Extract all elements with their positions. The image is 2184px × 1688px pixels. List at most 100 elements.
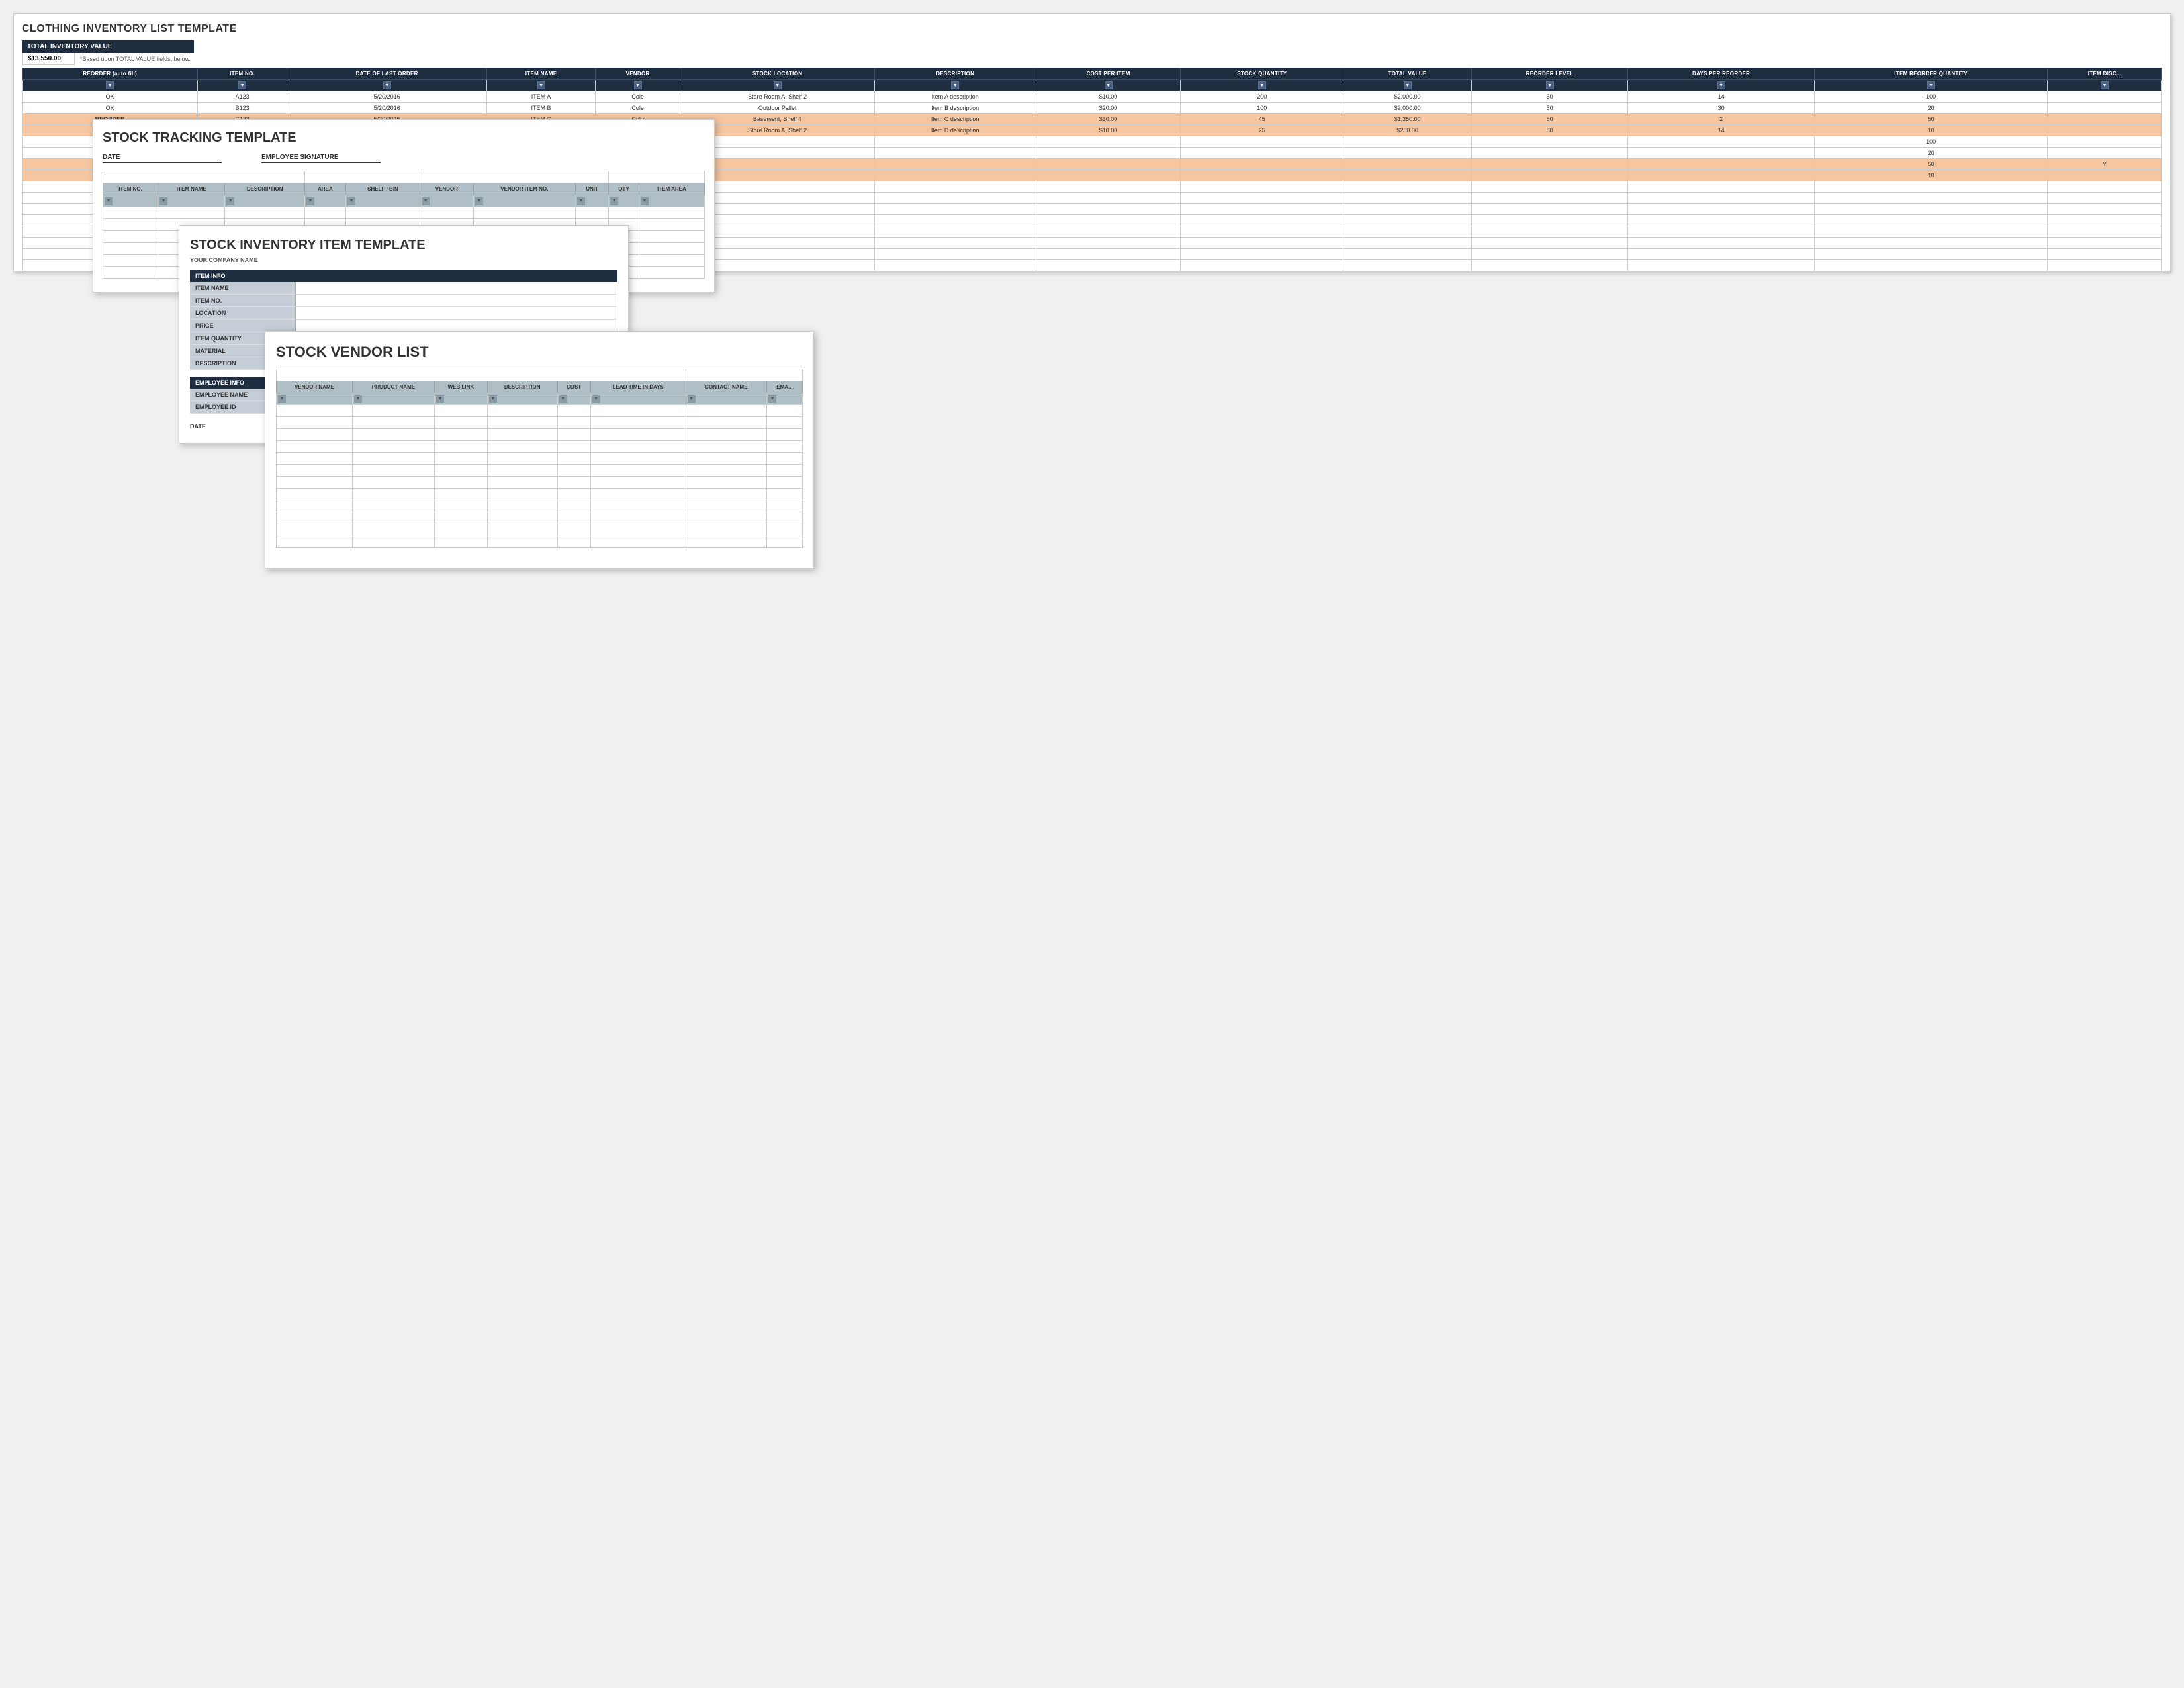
th-unit: UNIT: [575, 183, 608, 195]
th-shelf-bin: SHELF / BIN: [345, 183, 420, 195]
filter-arrow[interactable]: ▼: [354, 395, 362, 403]
table-row: OK A123 5/20/2016 ITEM A Cole Store Room…: [23, 91, 2162, 103]
disc-cell: Y: [2048, 159, 2162, 170]
filter-arrow[interactable]: ▼: [951, 81, 959, 89]
total-cell: [1343, 193, 1472, 204]
reorder-cell: [1472, 226, 1628, 238]
filter-arrow[interactable]: ▼: [238, 81, 246, 89]
disc-cell: [2048, 103, 2162, 114]
desc-cell: [874, 136, 1036, 148]
filter-arrow[interactable]: ▼: [383, 81, 391, 89]
filter-arrow[interactable]: ▼: [1717, 81, 1725, 89]
qty-cell: [1181, 204, 1343, 215]
filter-arrow[interactable]: ▼: [278, 395, 286, 403]
reorder-qty-cell: [1815, 204, 2048, 215]
total-cell: $2,000.00: [1343, 91, 1472, 103]
group-purchase: PURCHASE: [420, 171, 609, 183]
item-no-cell: A123: [198, 91, 287, 103]
vendor-cell: Cole: [595, 103, 680, 114]
desc-cell: [874, 204, 1036, 215]
filter-arrow[interactable]: ▼: [226, 197, 234, 205]
filter-arrow[interactable]: ▼: [641, 197, 649, 205]
disc-cell: [2048, 91, 2162, 103]
days-cell: [1628, 170, 1815, 181]
desc-cell: [874, 148, 1036, 159]
signature-label: EMPLOYEE SIGNATURE: [261, 154, 381, 163]
qty-cell: [1181, 159, 1343, 170]
filter-arrow[interactable]: ▼: [106, 81, 114, 89]
filter-arrow[interactable]: ▼: [159, 197, 167, 205]
th-description: DESCRIPTION: [487, 381, 557, 393]
col-stock-qty: STOCK QUANTITY: [1181, 68, 1343, 80]
filter-arrow[interactable]: ▼: [1546, 81, 1554, 89]
reorder-qty-cell: 20: [1815, 103, 2048, 114]
desc-cell: [874, 170, 1036, 181]
reorder-qty-cell: [1815, 215, 2048, 226]
cost-cell: [1036, 136, 1181, 148]
days-cell: 30: [1628, 103, 1815, 114]
filter-arrow[interactable]: ▼: [105, 197, 113, 205]
cost-cell: [1036, 204, 1181, 215]
th-vendor-name: VENDOR NAME: [277, 381, 353, 393]
field-item-no: ITEM NO.: [190, 295, 617, 307]
desc-cell: [874, 226, 1036, 238]
table-row: [277, 512, 803, 524]
desc-cell: [874, 249, 1036, 260]
filter-arrow[interactable]: ▼: [1258, 81, 1266, 89]
total-cell: [1343, 159, 1472, 170]
filter-arrow[interactable]: ▼: [436, 395, 444, 403]
name-cell: ITEM A: [487, 91, 595, 103]
th-item-area: ITEM AREA: [639, 183, 704, 195]
th-vendor-item-no: VENDOR ITEM NO.: [473, 183, 575, 195]
days-cell: [1628, 215, 1815, 226]
filter-arrow[interactable]: ▼: [634, 81, 642, 89]
days-cell: 14: [1628, 125, 1815, 136]
filter-arrow[interactable]: ▼: [306, 197, 314, 205]
cost-cell: [1036, 159, 1181, 170]
location-cell: Outdoor Pallet: [680, 103, 874, 114]
filter-arrow[interactable]: ▼: [688, 395, 696, 403]
th-product-name: PRODUCT NAME: [352, 381, 434, 393]
reorder-qty-cell: [1815, 238, 2048, 249]
th-item-name: ITEM NAME: [158, 183, 225, 195]
qty-cell: 200: [1181, 91, 1343, 103]
filter-arrow[interactable]: ▼: [1927, 81, 1935, 89]
filter-arrow[interactable]: ▼: [475, 197, 483, 205]
days-cell: [1628, 238, 1815, 249]
filter-arrow[interactable]: ▼: [1105, 81, 1113, 89]
disc-cell: [2048, 148, 2162, 159]
cost-cell: [1036, 226, 1181, 238]
item-company: YOUR COMPANY NAME: [190, 257, 617, 263]
qty-cell: [1181, 226, 1343, 238]
reorder-cell: [1472, 204, 1628, 215]
filter-arrow[interactable]: ▼: [537, 81, 545, 89]
filter-arrow[interactable]: ▼: [577, 197, 585, 205]
col-item-reorder-qty: ITEM REORDER QUANTITY: [1815, 68, 2048, 80]
days-cell: [1628, 193, 1815, 204]
filter-arrow[interactable]: ▼: [1404, 81, 1412, 89]
reorder-cell: [1472, 193, 1628, 204]
total-cell: [1343, 249, 1472, 260]
col-item-no: ITEM NO.: [198, 68, 287, 80]
disc-cell: [2048, 260, 2162, 271]
table-row: OK B123 5/20/2016 ITEM B Cole Outdoor Pa…: [23, 103, 2162, 114]
filter-arrow[interactable]: ▼: [610, 197, 618, 205]
filter-arrow[interactable]: ▼: [2101, 81, 2109, 89]
col-vendor: VENDOR: [595, 68, 680, 80]
qty-cell: 25: [1181, 125, 1343, 136]
desc-cell: [874, 193, 1036, 204]
filter-arrow[interactable]: ▼: [347, 197, 355, 205]
days-cell: [1628, 249, 1815, 260]
filter-arrow[interactable]: ▼: [559, 395, 567, 403]
filter-arrow[interactable]: ▼: [592, 395, 600, 403]
total-cell: $1,350.00: [1343, 114, 1472, 125]
status-cell: OK: [23, 91, 198, 103]
filter-arrow[interactable]: ▼: [489, 395, 497, 403]
reorder-cell: 50: [1472, 114, 1628, 125]
th-contact-name: CONTACT NAME: [686, 381, 766, 393]
filter-arrow[interactable]: ▼: [774, 81, 782, 89]
col-date-last-order: DATE OF LAST ORDER: [287, 68, 487, 80]
filter-arrow[interactable]: ▼: [422, 197, 430, 205]
filter-arrow[interactable]: ▼: [768, 395, 776, 403]
reorder-cell: [1472, 249, 1628, 260]
